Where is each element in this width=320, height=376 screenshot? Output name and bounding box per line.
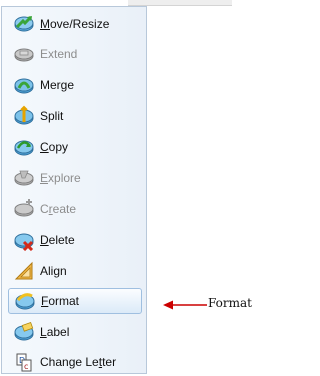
disk-create-icon — [14, 199, 34, 217]
menu-item-explore[interactable]: Explore — [8, 165, 142, 191]
menu-item-label: Merge — [40, 78, 75, 92]
disk-merge-icon — [14, 78, 34, 94]
menu-item-change-letter[interactable]: D c Change Letter — [8, 349, 142, 375]
disk-split-icon — [14, 105, 34, 125]
disk-explore-icon — [14, 170, 34, 186]
drive-letter-icon: D c — [16, 353, 32, 372]
menu-item-align[interactable]: Align — [8, 258, 142, 284]
menu-item-label: Copy — [40, 140, 69, 154]
menu-item-label: Create — [40, 202, 77, 216]
menu-item-delete[interactable]: Delete — [8, 227, 142, 253]
menu-item-copy[interactable]: Copy — [8, 134, 142, 160]
disk-delete-icon — [14, 233, 34, 251]
disk-label-icon — [14, 321, 34, 341]
menu-item-merge[interactable]: Merge — [8, 72, 142, 98]
svg-text:c: c — [24, 362, 28, 371]
menu-item-split[interactable]: Split — [8, 103, 142, 129]
menu-item-label: Explore — [40, 171, 81, 185]
disk-copy-icon — [14, 140, 34, 156]
context-menu: Move/Resize Extend Merge Split Copy Expl… — [1, 6, 147, 374]
callout-arrow-icon — [163, 300, 207, 310]
disk-extend-icon — [14, 48, 34, 62]
menu-item-label: Delete — [40, 233, 75, 247]
menu-item-label: Align — [40, 264, 67, 278]
align-ruler-icon — [14, 261, 33, 280]
menu-item-label: Move/Resize — [40, 17, 110, 31]
menu-item-label: Split — [40, 109, 64, 123]
menu-item-label: Format — [41, 294, 80, 308]
menu-item-extend[interactable]: Extend — [8, 41, 142, 67]
menu-item-format[interactable]: Format — [8, 288, 142, 314]
menu-item-label: Extend — [40, 47, 78, 61]
menu-item-create[interactable]: Create — [8, 196, 142, 222]
callout-label: Format — [208, 296, 252, 310]
disk-format-icon — [15, 293, 35, 310]
menu-item-label-text: Label — [40, 325, 70, 339]
menu-item-label: Change Letter — [40, 355, 117, 369]
disk-move-resize-icon — [14, 15, 34, 32]
menu-item-label[interactable]: Label — [8, 319, 142, 345]
menu-item-move-resize[interactable]: Move/Resize — [8, 11, 142, 37]
